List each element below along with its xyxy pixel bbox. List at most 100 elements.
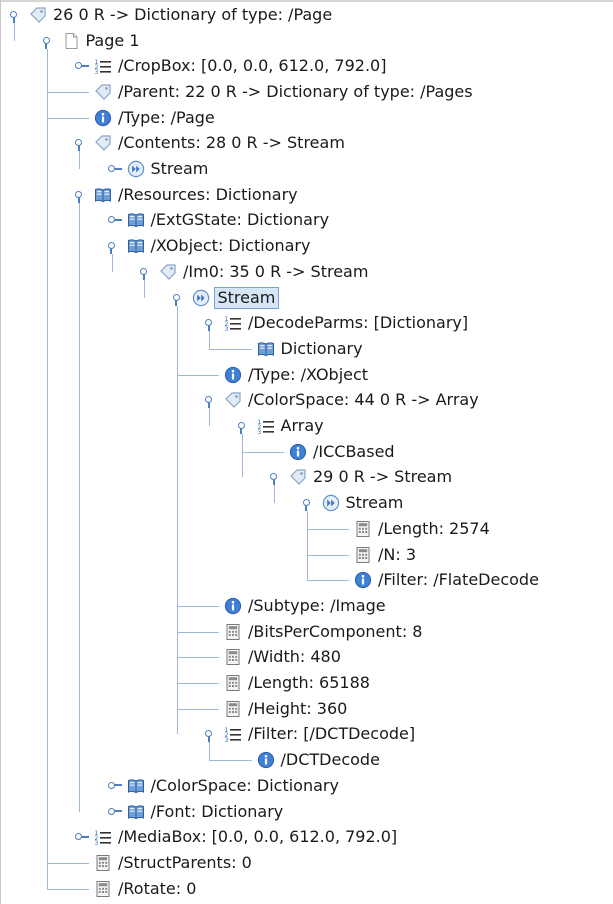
tree-connector: [46, 48, 48, 889]
collapse-toggle-icon[interactable]: [237, 419, 252, 435]
collapse-toggle-icon[interactable]: [107, 239, 122, 255]
calculator-icon: [356, 520, 370, 537]
tree-node[interactable]: /ExtGState: Dictionary: [107, 208, 332, 232]
tree-node[interactable]: Stream: [107, 157, 211, 181]
stream-icon: [192, 289, 209, 306]
tree-node[interactable]: /Width: 480: [224, 645, 343, 669]
book-icon: [95, 188, 111, 203]
tree-node[interactable]: 1 2 3/DecodeParms: [Dictionary]: [205, 311, 470, 335]
svg-text:3: 3: [225, 737, 229, 743]
calculator-icon: [226, 649, 240, 666]
tree-node[interactable]: /Im0: 35 0 R -> Stream: [140, 260, 370, 284]
tree-node[interactable]: /Font: Dictionary: [107, 800, 286, 824]
tree-node[interactable]: 29 0 R -> Stream: [270, 465, 454, 489]
tree-node-label: /MediaBox: [0.0, 0.0, 612.0, 792.0]: [118, 827, 398, 847]
tree-node[interactable]: /Rotate: 0: [94, 877, 198, 901]
expand-toggle-icon[interactable]: [107, 162, 122, 176]
tree-connector: [241, 451, 284, 453]
collapse-toggle-icon[interactable]: [205, 393, 219, 409]
tree-node[interactable]: /BitsPerComponent: 8: [224, 620, 424, 644]
tree-node[interactable]: /DCTDecode: [257, 748, 382, 772]
list-icon: 123: [257, 419, 274, 435]
tree-node[interactable]: /ColorSpace: 44 0 R -> Array: [205, 388, 481, 412]
tree-connector: [306, 580, 349, 582]
tag-icon: [225, 392, 241, 409]
book-icon: [127, 213, 144, 228]
tree-node-label: /DCTDecode: [280, 750, 380, 770]
collapse-toggle-icon[interactable]: [75, 136, 89, 152]
list-icon: 123: [95, 830, 111, 846]
tree-connector: [306, 528, 349, 530]
tree-node[interactable]: /Filter: /FlateDecode: [354, 568, 541, 592]
svg-text:3: 3: [95, 840, 99, 846]
tree-node[interactable]: 1 2 3/CropBox: [0.0, 0.0, 612.0, 792.0]: [75, 54, 388, 78]
tree-node[interactable]: /Length: 2574: [354, 517, 492, 541]
tree-connector: [209, 760, 252, 762]
pdf-structure-tree: 26 0 R -> Dictionary of type: /Page Page …: [0, 0, 613, 904]
tree-node-label: /Width: 480: [248, 647, 341, 667]
tree-node[interactable]: /Height: 360: [224, 697, 349, 721]
calculator-icon: [96, 854, 110, 871]
tree-node[interactable]: /Contents: 28 0 R -> Stream: [75, 131, 347, 155]
tree-node-label: 29 0 R -> Stream: [313, 467, 453, 487]
tag-icon: [30, 7, 46, 23]
tree-connector: [176, 708, 219, 710]
tree-node[interactable]: /ColorSpace: Dictionary: [107, 774, 341, 798]
svg-text:3: 3: [225, 326, 229, 332]
collapse-toggle-icon[interactable]: [140, 265, 154, 280]
collapse-toggle-icon[interactable]: [172, 291, 187, 306]
tree-node-label: Stream: [213, 286, 280, 309]
top-border: [0, 0, 613, 2]
tree-node[interactable]: Stream: [172, 286, 280, 310]
tree-node-label: /Subtype: /Image: [248, 595, 386, 615]
book-icon: [127, 779, 144, 794]
tree-node[interactable]: Page 1: [42, 29, 142, 53]
collapse-toggle-icon[interactable]: [302, 496, 317, 512]
info-icon: [354, 572, 372, 589]
tree-node[interactable]: /Type: /Page: [94, 106, 217, 130]
expand-toggle-icon[interactable]: [107, 779, 122, 793]
expand-toggle-icon[interactable]: [75, 830, 89, 844]
collapse-toggle-icon[interactable]: [270, 470, 284, 486]
expand-toggle-icon[interactable]: [107, 213, 122, 227]
tree-node[interactable]: 1 2 3/MediaBox: [0.0, 0.0, 612.0, 792.0]: [75, 825, 399, 849]
tree-node[interactable]: 26 0 R -> Dictionary of type: /Page: [10, 3, 334, 27]
tree-node[interactable]: /Parent: 22 0 R -> Dictionary of type: /…: [94, 80, 475, 104]
tree-node-label: /ColorSpace: 44 0 R -> Array: [248, 390, 479, 410]
tree-node[interactable]: /Type: /XObject: [224, 363, 370, 387]
tree-node[interactable]: /Resources: Dictionary: [75, 183, 300, 207]
tree-connector: [46, 888, 89, 890]
tree-node-label: /XObject: Dictionary: [150, 236, 311, 256]
left-border: [0, 0, 1, 904]
tree-node[interactable]: /StructParents: 0: [94, 851, 254, 875]
tree-node[interactable]: /ICCBased: [289, 440, 397, 464]
collapse-toggle-icon[interactable]: [205, 727, 219, 743]
list-icon: 123: [225, 316, 241, 332]
tree-node-label: /Font: Dictionary: [150, 801, 284, 821]
tree-node-label: /Type: /Page: [118, 107, 215, 127]
tree-node[interactable]: 1 2 3/Filter: [/DCTDecode]: [205, 722, 417, 746]
calculator-icon: [226, 700, 240, 717]
collapse-toggle-icon[interactable]: [42, 34, 57, 49]
tree-node-label: /Type: /XObject: [248, 364, 369, 384]
tag-icon: [160, 264, 176, 280]
tree-node-label: /Parent: 22 0 R -> Dictionary of type: /…: [118, 81, 473, 101]
tree-node[interactable]: /XObject: Dictionary: [107, 234, 313, 258]
calculator-icon: [96, 880, 110, 897]
collapse-toggle-icon[interactable]: [205, 316, 219, 332]
tree-connector: [176, 374, 219, 376]
info-icon: [257, 752, 274, 769]
collapse-toggle-icon[interactable]: [75, 188, 89, 203]
tree-node[interactable]: /Subtype: /Image: [224, 594, 388, 618]
tree-node[interactable]: Dictionary: [257, 337, 365, 361]
expand-toggle-icon[interactable]: [107, 805, 122, 819]
stream-icon: [322, 494, 339, 512]
tree-node[interactable]: /N: 3: [354, 543, 418, 567]
tree-node[interactable]: Stream: [302, 491, 406, 515]
info-icon: [224, 366, 242, 383]
collapse-toggle-icon[interactable]: [10, 8, 24, 23]
expand-toggle-icon[interactable]: [75, 59, 89, 73]
tree-node[interactable]: /Length: 65188: [224, 671, 372, 695]
tree-node[interactable]: 1 2 3 Array: [237, 414, 326, 438]
tree-connector: [176, 305, 178, 735]
